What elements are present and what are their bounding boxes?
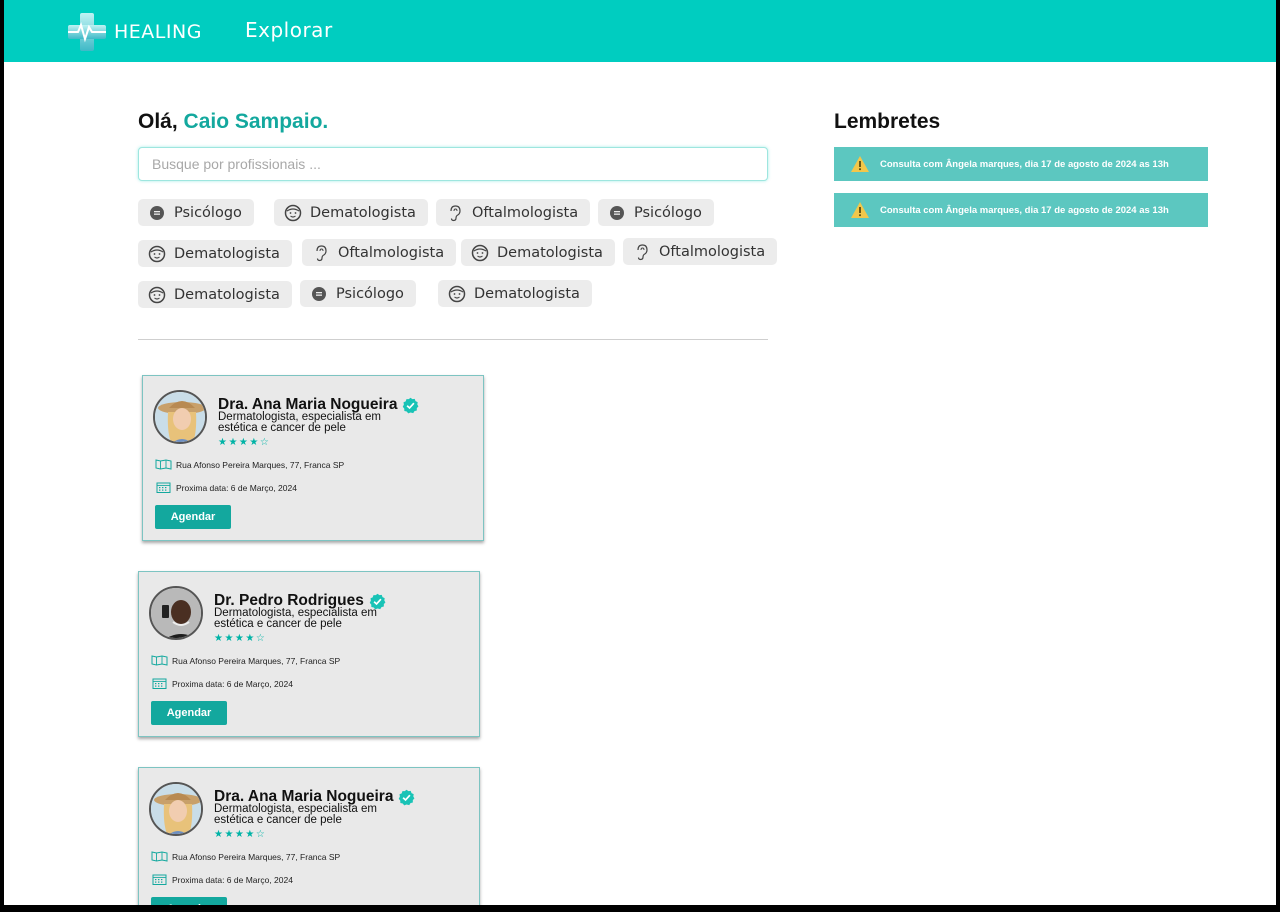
greeting-heading: Olá, Caio Sampaio. — [138, 110, 328, 134]
warning-icon — [851, 202, 869, 218]
reminder-item[interactable]: Consulta com Ângela marques, dia 17 de a… — [834, 193, 1208, 227]
warning-icon — [851, 156, 869, 172]
next-date-row: Proxima data: 6 de Março, 2024 — [151, 678, 293, 689]
chip-label: Psicólogo — [634, 204, 702, 221]
search-input[interactable] — [138, 147, 768, 181]
doctor-next-date: Proxima data: 6 de Março, 2024 — [172, 874, 293, 885]
doctor-address: Rua Afonso Pereira Marques, 77, Franca S… — [176, 459, 345, 470]
chip-label: Psicólogo — [174, 204, 242, 221]
next-date-row: Proxima data: 6 de Março, 2024 — [155, 482, 297, 493]
chip-dematologista[interactable]: Dematologista — [138, 281, 292, 308]
chip-dematologista[interactable]: Dematologista — [274, 199, 428, 226]
ear-icon — [312, 244, 330, 262]
verified-badge-icon — [403, 397, 419, 413]
chip-label: Dematologista — [174, 245, 280, 262]
divider — [138, 339, 768, 340]
chip-label: Oftalmologista — [659, 243, 766, 260]
doctor-avatar — [149, 782, 203, 836]
rating-stars: ★★★★☆ — [214, 829, 267, 840]
greeting-prefix: Olá, — [138, 110, 184, 133]
doctor-address: Rua Afonso Pereira Marques, 77, Franca S… — [172, 851, 341, 862]
reminder-text: Consulta com Ângela marques, dia 17 de a… — [880, 204, 1169, 216]
rating-stars: ★★★★☆ — [218, 437, 271, 448]
face-icon — [284, 204, 302, 222]
calendar-icon — [152, 678, 167, 689]
chip-dematologista[interactable]: Dematologista — [138, 240, 292, 267]
chip-dematologista[interactable]: Dematologista — [461, 239, 615, 266]
chat-bubble-icon — [608, 204, 626, 222]
chip-psicologo[interactable]: Psicólogo — [598, 199, 714, 226]
logo[interactable]: HEALING — [66, 12, 202, 52]
doctor-next-date: Proxima data: 6 de Março, 2024 — [172, 678, 293, 689]
chip-label: Dematologista — [310, 204, 416, 221]
nav-explorar-link[interactable]: Explorar — [245, 18, 333, 42]
face-icon — [148, 286, 166, 304]
agendar-button[interactable]: Agendar — [151, 897, 227, 905]
chat-bubble-icon — [310, 285, 328, 303]
chip-label: Psicólogo — [336, 285, 404, 302]
chat-bubble-icon — [148, 204, 166, 222]
chip-psicologo[interactable]: Psicólogo — [138, 199, 254, 226]
face-icon — [471, 244, 489, 262]
address-row: Rua Afonso Pereira Marques, 77, Franca S… — [155, 459, 344, 470]
face-icon — [148, 245, 166, 263]
chip-dematologista[interactable]: Dematologista — [438, 280, 592, 307]
map-icon — [155, 459, 172, 470]
doctor-avatar — [149, 586, 203, 640]
doctor-card: Dra. Ana Maria Nogueira Dermatologista, … — [138, 767, 480, 905]
doctor-next-date: Proxima data: 6 de Março, 2024 — [176, 482, 297, 493]
ear-icon — [633, 243, 651, 261]
ear-icon — [446, 204, 464, 222]
chip-oftalmologista[interactable]: Oftalmologista — [623, 238, 778, 265]
agendar-button[interactable]: Agendar — [155, 505, 231, 529]
address-row: Rua Afonso Pereira Marques, 77, Franca S… — [151, 655, 340, 666]
address-row: Rua Afonso Pereira Marques, 77, Franca S… — [151, 851, 340, 862]
reminder-item[interactable]: Consulta com Ângela marques, dia 17 de a… — [834, 147, 1208, 181]
calendar-icon — [156, 482, 171, 493]
page: HEALING Explorar Olá, Caio Sampaio. Psic… — [4, 0, 1276, 905]
brand-name: HEALING — [114, 21, 202, 43]
chip-psicologo[interactable]: Psicólogo — [300, 280, 416, 307]
chip-label: Dematologista — [497, 244, 603, 261]
doctor-avatar — [153, 390, 207, 444]
chip-label: Oftalmologista — [338, 244, 445, 261]
map-icon — [151, 655, 168, 666]
user-name: Caio Sampaio. — [183, 110, 329, 133]
medical-cross-pulse-icon — [68, 13, 106, 51]
doctor-specialty: Dermatologista, especialista em estética… — [218, 411, 381, 434]
chip-label: Oftalmologista — [472, 204, 579, 221]
chip-label: Dematologista — [174, 286, 280, 303]
chip-oftalmologista[interactable]: Oftalmologista — [436, 199, 591, 226]
face-icon — [448, 285, 466, 303]
verified-badge-icon — [399, 789, 415, 805]
doctor-card: Dra. Ana Maria Nogueira Dermatologista, … — [142, 375, 484, 541]
map-icon — [151, 851, 168, 862]
chip-label: Dematologista — [474, 285, 580, 302]
lembretes-heading: Lembretes — [834, 110, 941, 133]
chip-oftalmologista[interactable]: Oftalmologista — [302, 239, 457, 266]
doctor-address: Rua Afonso Pereira Marques, 77, Franca S… — [172, 655, 341, 666]
rating-stars: ★★★★☆ — [214, 633, 267, 644]
next-date-row: Proxima data: 6 de Março, 2024 — [151, 874, 293, 885]
agendar-button[interactable]: Agendar — [151, 701, 227, 725]
doctor-specialty: Dermatologista, especialista em estética… — [214, 607, 377, 630]
doctor-specialty: Dermatologista, especialista em estética… — [214, 803, 377, 826]
doctor-card: Dr. Pedro Rodrigues Dermatologista, espe… — [138, 571, 480, 737]
top-navbar: HEALING Explorar — [4, 0, 1276, 62]
reminder-text: Consulta com Ângela marques, dia 17 de a… — [880, 158, 1169, 170]
calendar-icon — [152, 874, 167, 885]
